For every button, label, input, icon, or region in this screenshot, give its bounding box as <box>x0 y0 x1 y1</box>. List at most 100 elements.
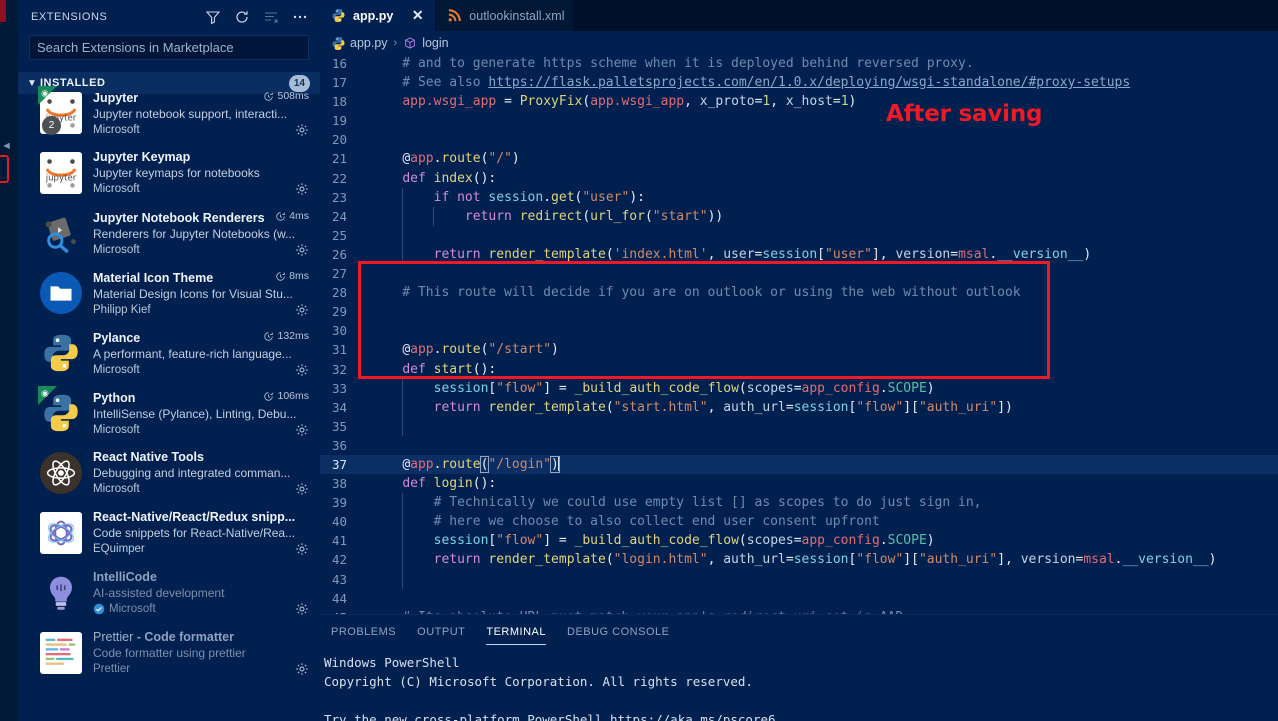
extension-publisher-row: Microsoft <box>93 602 309 616</box>
breadcrumb-item-app-py[interactable]: app.py <box>331 36 388 50</box>
code-token: session <box>793 552 849 568</box>
code-line[interactable]: 32 def start(): <box>320 360 1278 379</box>
extension-description: Renderers for Jupyter Notebooks (w... <box>93 226 296 241</box>
extension-icon-container <box>40 510 86 564</box>
extension-title-row: Python 106ms <box>93 390 309 405</box>
code-line[interactable]: 30 <box>320 321 1278 340</box>
gear-icon[interactable] <box>295 423 309 437</box>
line-number: 25 <box>331 227 347 243</box>
react-logo-icon <box>40 452 82 494</box>
extensions-list[interactable]: ◉ jupyter 2 Jupyter 508ms Jupyter notebook su… <box>18 84 320 721</box>
gear-icon[interactable] <box>295 482 309 496</box>
code-line[interactable]: 29 <box>320 302 1278 321</box>
extension-title-row: Prettier - Code formatter <box>93 630 309 644</box>
extension-list-item[interactable]: IntelliCode AI-assisted development Micros… <box>18 564 320 624</box>
code-line[interactable]: 17 # See also https://flask.palletsproje… <box>320 73 1278 92</box>
code-line[interactable]: 43 <box>320 569 1278 589</box>
code-line-text: def login(): <box>360 474 1278 493</box>
code-line[interactable]: 27 <box>320 264 1278 283</box>
code-line[interactable]: 18 app.wsgi_app = ProxyFix(app.wsgi_app,… <box>320 92 1278 111</box>
extension-list-item[interactable]: jupyter Jupyter Keymap Jupyter keymaps for… <box>18 144 320 204</box>
code-line[interactable]: 41 session["flow"] = _build_auth_code_fl… <box>320 531 1278 551</box>
code-line[interactable]: 28 # This route will decide if you are o… <box>320 283 1278 302</box>
code-token: ) <box>511 151 520 167</box>
search-input[interactable]: Search Extensions in Marketplace <box>29 35 309 60</box>
clear-search-icon[interactable] <box>263 9 279 25</box>
extension-list-item[interactable]: Prettier - Code formatter Code formatter … <box>18 624 320 684</box>
breadcrumb-item-login[interactable]: login <box>403 36 449 50</box>
terminal-output[interactable]: Windows PowerShell Copyright (C) Microsof… <box>320 645 1278 721</box>
panel-tab-terminal[interactable]: TERMINAL <box>486 626 546 645</box>
extension-list-item[interactable]: React Native Tools Debugging and integrat… <box>18 444 320 504</box>
collapse-arrow-icon[interactable]: ◄ <box>1 140 13 152</box>
code-line[interactable]: 20 <box>320 130 1278 149</box>
code-token: = <box>832 94 841 110</box>
code-token: ) <box>551 342 559 358</box>
code-editor[interactable]: 16 # and to generate https scheme when i… <box>320 54 1278 614</box>
code-line[interactable]: 37 @app.route("/login") <box>320 454 1278 475</box>
code-line[interactable]: 33 session["flow"] = _build_auth_code_fl… <box>320 378 1278 398</box>
gear-icon[interactable] <box>295 602 309 616</box>
code-line[interactable]: 42 return render_template("login.html", … <box>320 550 1278 570</box>
editor-tab-outlookinstall-xml[interactable]: outlookinstall.xml <box>436 0 575 31</box>
panel-tab-debug-console[interactable]: DEBUG CONSOLE <box>567 626 669 645</box>
extension-name: React Native Tools <box>93 450 204 464</box>
code-line[interactable]: 34 return render_template("start.html", … <box>320 397 1278 417</box>
gear-icon[interactable] <box>295 542 309 556</box>
extension-list-item[interactable]: ◉ jupyter 2 Jupyter 508ms Jupyter notebook su… <box>18 84 320 144</box>
extension-list-item[interactable]: React-Native/React/Redux snipp... Code sn… <box>18 504 320 564</box>
gear-icon[interactable] <box>295 363 309 377</box>
refresh-icon[interactable] <box>234 9 250 25</box>
gear-icon[interactable] <box>295 303 309 317</box>
code-line[interactable]: 19 <box>320 111 1278 130</box>
code-line[interactable]: 39 # Technically we could use empty list… <box>320 493 1278 513</box>
indent-guide <box>402 531 404 551</box>
more-actions-icon[interactable] <box>292 9 308 25</box>
code-token: render_template <box>488 246 606 262</box>
editor-tab-app-py[interactable]: app.py ✕ <box>320 0 437 31</box>
code-line[interactable]: 31 @app.route("/start") <box>320 340 1278 359</box>
publisher-name: Microsoft <box>93 243 140 256</box>
code-line-text <box>360 436 1278 455</box>
gear-icon[interactable] <box>295 123 309 137</box>
code-line[interactable]: 40 # here we choose to also collect end … <box>320 512 1278 532</box>
code-line[interactable]: 24 return redirect(url_for("start")) <box>320 206 1278 226</box>
gear-icon[interactable] <box>295 243 309 257</box>
close-icon[interactable]: ✕ <box>409 7 426 24</box>
sidebar-title: EXTENSIONS <box>31 11 108 23</box>
code-token: ][ <box>903 399 919 415</box>
code-line[interactable]: 21 @app.route("/") <box>320 149 1278 168</box>
extension-list-item[interactable]: Pylance 132ms A performant, feature-rich l… <box>18 324 320 384</box>
notebook-renderers-logo-icon <box>40 212 82 254</box>
code-line-text: app.wsgi_app = ProxyFix(app.wsgi_app, x_… <box>360 92 1278 111</box>
gear-icon[interactable] <box>295 662 309 676</box>
code-token: "auth_uri" <box>918 552 998 568</box>
code-token: , <box>684 94 700 110</box>
code-line[interactable]: 38 def login(): <box>320 474 1278 493</box>
code-line-text: # This route will decide if you are on o… <box>360 283 1278 302</box>
code-content[interactable]: 16 # and to generate https scheme when i… <box>320 54 1278 614</box>
code-line[interactable]: 16 # and to generate https scheme when i… <box>320 54 1278 73</box>
code-line-text: # here we choose to also collect end use… <box>360 512 1278 532</box>
code-token: x_proto <box>699 94 755 110</box>
code-line[interactable]: 22 def index(): <box>320 169 1278 188</box>
code-line[interactable]: 35 <box>320 416 1278 436</box>
line-number: 36 <box>331 437 347 453</box>
extension-list-item[interactable]: Material Icon Theme 8ms Material Design Ic… <box>18 264 320 324</box>
code-line[interactable]: 23 if not session.get("user"): <box>320 187 1278 207</box>
gear-icon[interactable] <box>295 182 309 196</box>
breadcrumb-label: app.py <box>350 35 388 50</box>
code-line[interactable]: 44 <box>320 589 1278 608</box>
code-line[interactable]: 36 <box>320 436 1278 455</box>
editor-area: app.py ✕ outlookinstall.xml app.py › login 1… <box>320 0 1278 721</box>
code-line[interactable]: 25 <box>320 225 1278 245</box>
extension-list-item[interactable]: ◉ Python 106ms IntelliSense (Pylance), Lint… <box>18 384 320 444</box>
indent-guide <box>402 225 404 245</box>
code-line[interactable]: 26 return render_template('index.html', … <box>320 244 1278 265</box>
extension-list-item[interactable]: Jupyter Notebook Renderers 4ms Renderers f… <box>18 204 320 264</box>
panel-tab-problems[interactable]: PROBLEMS <box>331 626 396 645</box>
panel-tab-output[interactable]: OUTPUT <box>417 626 465 645</box>
extension-name: IntelliCode <box>93 570 157 584</box>
filter-icon[interactable] <box>205 9 221 25</box>
